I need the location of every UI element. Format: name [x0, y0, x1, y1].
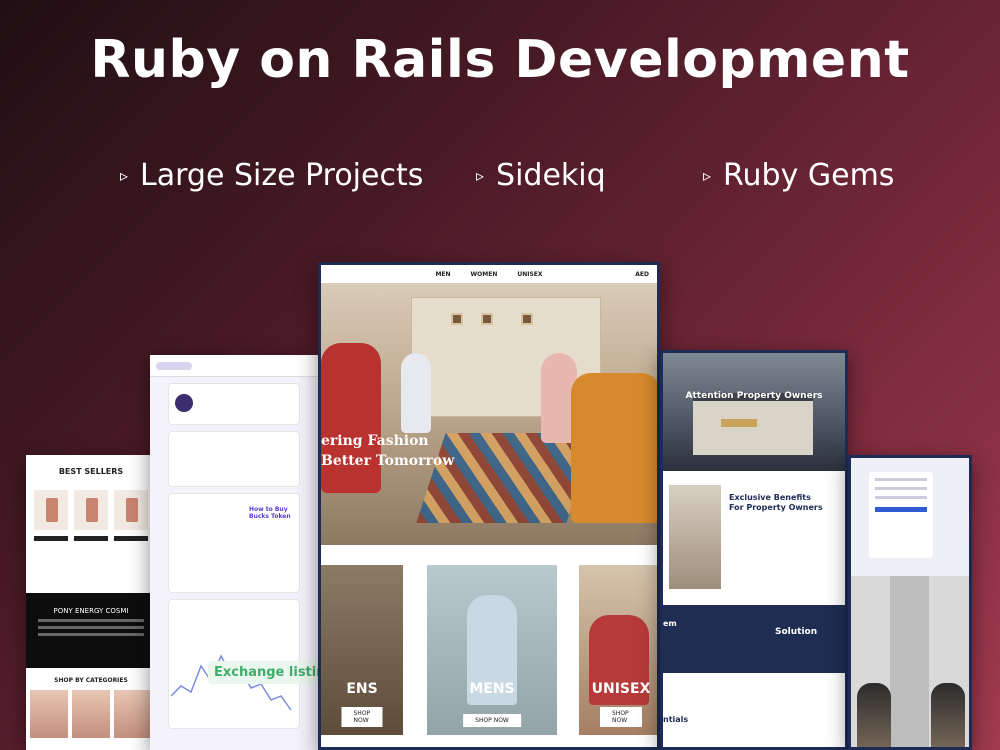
- mockup-crypto-dashboard: How to Buy Bucks Token Exchange listings: [150, 355, 318, 750]
- exchange-listings-badge: Exchange listings: [208, 661, 318, 684]
- category-image: [72, 690, 110, 738]
- benefits-line1: Exclusive Benefits: [729, 493, 811, 502]
- tile-womens: ENS SHOP NOW: [321, 565, 403, 735]
- fashion-nav: MEN WOMEN UNISEX AED: [321, 265, 657, 283]
- shop-now-button: SHOP NOW: [600, 707, 642, 727]
- mockup-login-page: [848, 455, 972, 750]
- hero-person: [571, 373, 657, 523]
- brand-heading: PONY ENERGY COSMI: [53, 607, 129, 615]
- model-strip: [851, 576, 969, 747]
- brand-banner: PONY ENERGY COSMI: [26, 593, 156, 668]
- text-line: [38, 619, 144, 622]
- feature-large-size-projects: ▹ Large Size Projects: [120, 158, 423, 193]
- mockup-property-site: Attention Property Owners Exclusive Bene…: [660, 350, 848, 750]
- feature-ruby-gems: ▹ Ruby Gems: [703, 158, 894, 193]
- nav-unisex: UNISEX: [517, 270, 543, 278]
- login-field: [875, 496, 927, 499]
- profile-panel: [168, 383, 300, 425]
- login-field: [875, 478, 927, 481]
- triangle-arrow-icon: ▹: [476, 166, 485, 185]
- add-to-cart-row: [26, 530, 156, 547]
- token-panel: [168, 431, 300, 487]
- currency-selector: AED: [635, 270, 649, 278]
- shop-now-button: SHOP NOW: [341, 707, 383, 727]
- hero-person: [401, 353, 431, 433]
- product-thumbnail: [34, 490, 68, 530]
- category-tiles: ENS SHOP NOW MENS SHOP NOW UNISEX SHOP N…: [321, 565, 657, 747]
- wall-frame: [481, 313, 493, 325]
- tile-label: UNISEX: [591, 681, 651, 697]
- product-row: [26, 476, 156, 530]
- login-button: [875, 507, 927, 512]
- wall-frame: [521, 313, 533, 325]
- shop-now-button: SHOP NOW: [463, 714, 521, 727]
- feature-sidekiq: ▹ Sidekiq: [476, 158, 606, 193]
- property-hero-title: Attention Property Owners: [685, 391, 823, 401]
- guide-headline: How to Buy Bucks Token: [249, 506, 291, 520]
- nav-men: MEN: [435, 270, 451, 278]
- fashion-hero: ering Fashion Better Tomorrow: [321, 283, 657, 545]
- hero-person: [321, 343, 381, 493]
- room-image: [669, 485, 721, 589]
- tile-label: MENS: [469, 681, 515, 697]
- model-figure: [931, 683, 965, 747]
- logo-pill: [156, 361, 192, 370]
- guide-panel: How to Buy Bucks Token: [168, 493, 300, 593]
- benefits-heading: Exclusive Benefits For Property Owners: [729, 493, 823, 514]
- category-images: [30, 690, 152, 738]
- nav-women: WOMEN: [470, 270, 498, 278]
- hero-text-line1: ering Fashion: [321, 433, 429, 449]
- product-thumbnail: [74, 490, 108, 530]
- login-box: [869, 472, 933, 558]
- benefits-line2: For Property Owners: [729, 503, 823, 513]
- hero-rug: [416, 433, 596, 523]
- dashboard-topbar: [150, 355, 318, 377]
- wall-frame: [451, 313, 463, 325]
- category-heading: SHOP BY CATEGORIES: [54, 677, 128, 684]
- solution-band: em Solution: [663, 605, 845, 673]
- solution-heading: Solution: [775, 627, 818, 637]
- triangle-arrow-icon: ▹: [703, 166, 712, 185]
- model-figure: [857, 683, 891, 747]
- product-thumbnail: [114, 490, 148, 530]
- best-sellers-heading: BEST SELLERS: [58, 467, 124, 476]
- category-image: [114, 690, 152, 738]
- add-to-cart-button: [114, 536, 148, 541]
- mockup-fashion-store: MEN WOMEN UNISEX AED ering Fashion Bette…: [318, 262, 660, 750]
- text-line: [38, 626, 144, 629]
- tile-label: ENS: [346, 681, 378, 697]
- add-to-cart-button: [34, 536, 68, 541]
- feature-label: Sidekiq: [496, 158, 606, 193]
- hero-cta-button: [721, 419, 757, 427]
- mockup-best-sellers: BEST SELLERS PONY ENERGY COSMI SHOP BY C…: [26, 455, 156, 750]
- text-line: [38, 633, 144, 636]
- tile-unisex: UNISEX SHOP NOW: [579, 565, 657, 735]
- feature-label: Large Size Projects: [140, 158, 424, 193]
- category-image: [30, 690, 68, 738]
- problem-heading: em: [663, 619, 677, 628]
- triangle-arrow-icon: ▹: [120, 166, 129, 185]
- page-title: Ruby on Rails Development: [90, 30, 910, 90]
- essentials-heading: ntials: [663, 715, 689, 724]
- property-hero: Attention Property Owners: [663, 353, 845, 471]
- login-field: [875, 487, 927, 490]
- add-to-cart-button: [74, 536, 108, 541]
- tile-mens: MENS SHOP NOW: [427, 565, 557, 735]
- feature-list: ▹ Large Size Projects ▹ Sidekiq ▹ Ruby G…: [0, 158, 1000, 198]
- avatar: [175, 394, 193, 412]
- hero-text-line2: Better Tomorrow: [321, 453, 455, 469]
- feature-label: Ruby Gems: [723, 158, 895, 193]
